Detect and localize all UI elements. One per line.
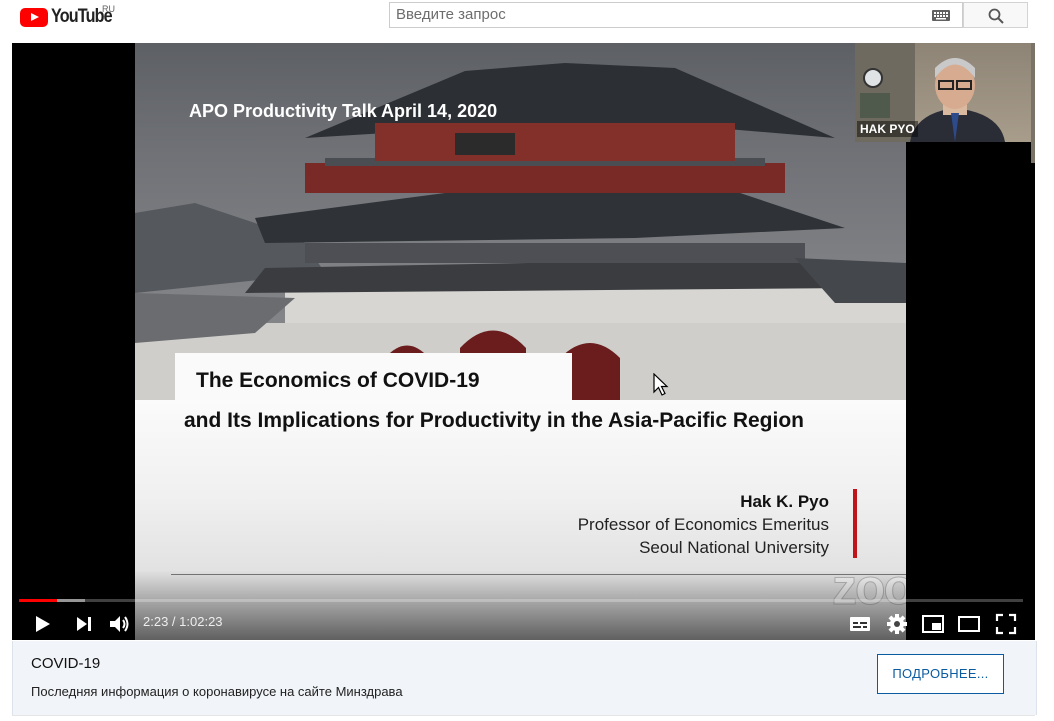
divider (12, 715, 1035, 716)
duration: 1:02:23 (179, 614, 223, 629)
youtube-logo[interactable]: YouTube RU (20, 4, 122, 28)
camera-letterbox (906, 142, 1032, 640)
learn-more-button[interactable]: ПОДРОБНЕЕ... (877, 654, 1004, 694)
settings-button[interactable] (884, 611, 910, 637)
theater-mode-button[interactable] (956, 611, 982, 637)
keyboard-icon[interactable] (932, 10, 950, 21)
author-university: Seoul National University (639, 538, 829, 557)
theater-icon (958, 616, 980, 632)
controls-overlay (12, 570, 1035, 640)
skip-next-icon (77, 617, 91, 631)
miniplayer-button[interactable] (920, 611, 946, 637)
current-time: 2:23 (143, 614, 169, 629)
slide-title-line1: The Economics of COVID-19 (196, 369, 480, 392)
info-title: COVID-19 (31, 655, 101, 672)
next-button[interactable] (71, 611, 97, 637)
author-role: Professor of Economics Emeritus (577, 515, 829, 534)
region-code: RU (102, 4, 115, 14)
video-frame: APO Productivity Talk April 14, 2020 The… (135, 43, 906, 640)
play-icon (36, 616, 50, 632)
accent-bar (853, 489, 857, 558)
search-icon (988, 8, 1004, 24)
volume-icon (110, 616, 129, 632)
search-box[interactable]: Введите запрос (389, 2, 963, 28)
camera-edge (1031, 43, 1035, 163)
camera-label: HAK PYO (857, 121, 918, 137)
progress-bar[interactable] (19, 599, 1023, 602)
talk-title: APO Productivity Talk April 14, 2020 (189, 101, 498, 121)
slide-title-line2: and Its Implications for Productivity in… (184, 409, 804, 432)
subtitles-icon (850, 617, 870, 631)
mute-button[interactable] (106, 611, 132, 637)
info-panel: COVID-19 Последняя информация о коронави… (12, 641, 1037, 715)
search-input[interactable]: Введите запрос (396, 3, 916, 27)
gear-icon (887, 614, 907, 634)
youtube-play-icon (20, 7, 48, 27)
video-player[interactable]: APO Productivity Talk April 14, 2020 The… (12, 43, 1035, 640)
miniplayer-icon (922, 615, 944, 633)
speaker-camera: HAK PYO (855, 43, 1032, 142)
fullscreen-icon (995, 613, 1017, 635)
time-separator: / (168, 614, 180, 629)
gate-illustration (135, 63, 906, 400)
mouse-cursor-icon (653, 373, 669, 396)
progress-played (19, 599, 58, 602)
author-name: Hak K. Pyo (740, 492, 829, 511)
info-text: Последняя информация о коронавирусе на с… (31, 684, 403, 699)
search-button[interactable] (963, 2, 1028, 28)
subtitles-button[interactable] (847, 611, 873, 637)
fullscreen-button[interactable] (993, 611, 1019, 637)
time-display: 2:23 / 1:02:23 (143, 614, 223, 629)
play-button[interactable] (29, 611, 55, 637)
masthead: YouTube RU Введите запрос (0, 0, 1054, 43)
